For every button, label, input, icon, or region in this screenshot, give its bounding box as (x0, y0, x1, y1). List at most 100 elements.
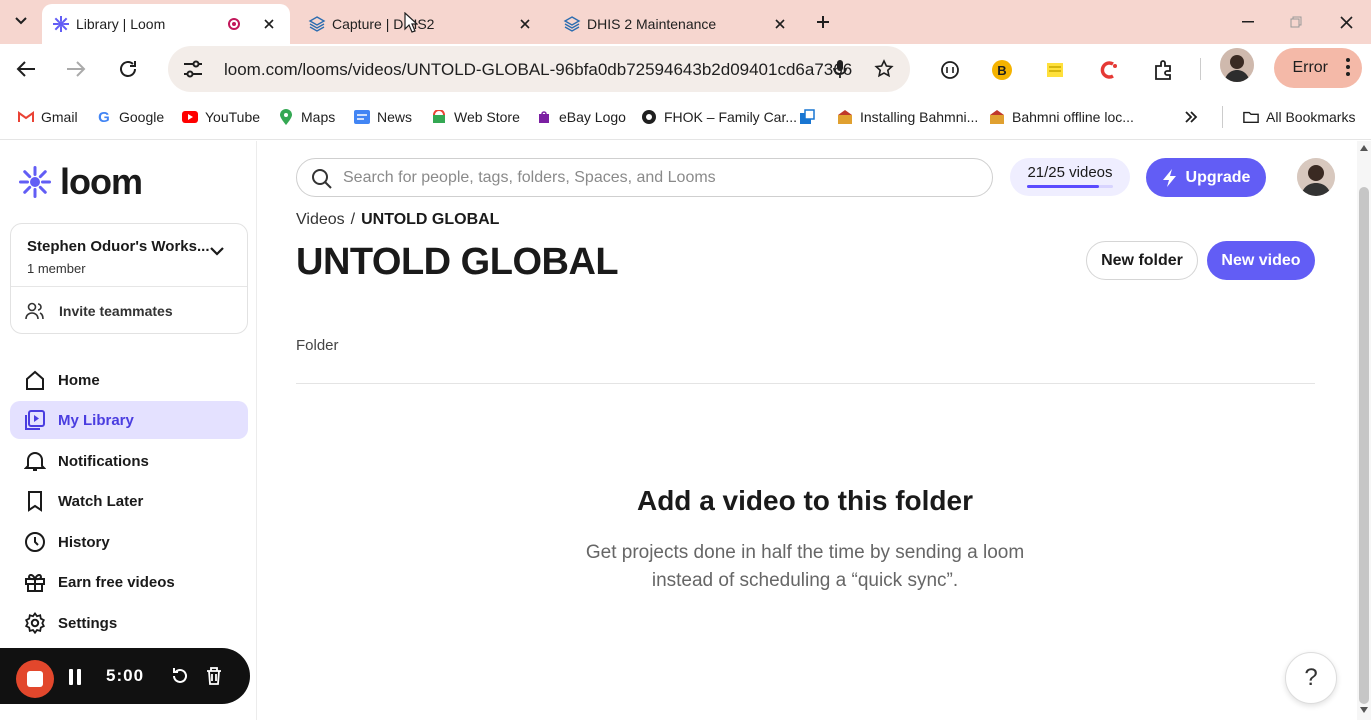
reload-button[interactable] (114, 55, 142, 83)
bookmark-star-icon[interactable] (874, 59, 894, 79)
more-bookmarks-button[interactable] (1184, 107, 1198, 127)
help-button[interactable]: ? (1285, 652, 1337, 704)
restore-icon (1290, 16, 1302, 28)
bookmark-gmail[interactable]: Gmail (18, 107, 78, 127)
close-window-button[interactable] (1334, 10, 1358, 34)
bookmark-label: News (377, 109, 413, 125)
video-quota-fill (1027, 185, 1100, 188)
loom-logo[interactable]: loom (18, 161, 143, 203)
tab-capture-dhis2[interactable]: Capture | DHIS2 (298, 4, 546, 44)
site-settings-icon[interactable] (182, 59, 204, 79)
plus-icon (817, 16, 829, 28)
restart-icon[interactable] (170, 666, 190, 686)
tab-dhis2-maintenance[interactable]: DHIS 2 Maintenance (553, 4, 801, 44)
nav-notifications[interactable]: Notifications (10, 442, 248, 480)
nav-label: Earn free videos (58, 573, 175, 591)
workspace-name[interactable]: Stephen Oduor's Works... (27, 238, 209, 255)
scroll-down-icon[interactable] (1360, 707, 1368, 713)
browser-profile-avatar[interactable] (1220, 48, 1254, 82)
bookmark-label: Bahmni offline loc... (1012, 109, 1134, 125)
search-input[interactable]: Search for people, tags, folders, Spaces… (296, 158, 993, 197)
double-chevron-right-icon (1185, 111, 1198, 123)
extension-b-icon[interactable]: B (992, 60, 1012, 80)
nav-my-library[interactable]: My Library (10, 401, 248, 439)
error-label: Error (1292, 59, 1328, 76)
back-button[interactable] (12, 55, 40, 83)
scroll-up-icon[interactable] (1360, 145, 1368, 151)
text-cursor-icon (404, 12, 418, 33)
close-tab-icon[interactable] (260, 15, 278, 33)
trash-icon[interactable] (204, 666, 224, 686)
workspace-chevron-down-icon[interactable] (209, 246, 225, 256)
extension-icon[interactable] (938, 58, 962, 82)
page-scrollbar[interactable] (1357, 141, 1371, 720)
pause-icon[interactable] (68, 668, 82, 686)
home-icon (24, 369, 46, 391)
minimize-button[interactable] (1236, 10, 1260, 34)
breadcrumb: Videos / UNTOLD GLOBAL (296, 211, 499, 229)
nav-settings[interactable]: Settings (10, 604, 248, 642)
workspace-divider (11, 286, 247, 287)
chevron-down-icon (15, 17, 27, 25)
scrollbar-thumb[interactable] (1359, 187, 1369, 704)
bookmark-label: Installing Bahmni... (860, 109, 979, 125)
news-icon (354, 109, 370, 125)
gift-icon (24, 571, 46, 593)
user-avatar[interactable] (1297, 158, 1335, 196)
extensions-puzzle-icon[interactable] (1152, 58, 1176, 82)
close-tab-icon[interactable] (771, 15, 789, 33)
address-bar[interactable]: loom.com/looms/videos/UNTOLD-GLOBAL-96bf… (168, 46, 910, 92)
bookmark-web-store[interactable]: Web Store (431, 107, 520, 127)
bahmni-icon (989, 109, 1005, 125)
bookmark-label: Web Store (454, 109, 520, 125)
breadcrumb-current: UNTOLD GLOBAL (361, 211, 500, 228)
extension-c-icon[interactable] (1097, 58, 1121, 82)
tab-title: Library | Loom (76, 16, 166, 32)
bookmark-youtube[interactable]: YouTube (182, 107, 260, 127)
main-content: Search for people, tags, folders, Spaces… (257, 141, 1357, 720)
new-folder-button[interactable]: New folder (1086, 241, 1198, 280)
bookmark-ebay[interactable]: eBay Logo (536, 107, 626, 127)
all-bookmarks-button[interactable]: All Bookmarks (1243, 107, 1355, 127)
bookmark-google[interactable]: G Google (96, 107, 164, 127)
new-video-button[interactable]: New video (1207, 241, 1315, 280)
close-tab-icon[interactable] (516, 15, 534, 33)
invite-teammates-button[interactable]: Invite teammates (25, 302, 173, 320)
url-text[interactable]: loom.com/looms/videos/UNTOLD-GLOBAL-96bf… (224, 60, 852, 80)
search-icon (312, 169, 332, 189)
tab-title: DHIS 2 Maintenance (587, 16, 717, 32)
bookmark-installing-bahmni[interactable]: Installing Bahmni... (837, 107, 978, 127)
nav-watch-later[interactable]: Watch Later (10, 482, 248, 520)
recording-timer: 5:00 (106, 666, 145, 685)
profile-error-chip[interactable]: Error (1274, 48, 1362, 88)
tab-library-loom[interactable]: Library | Loom (42, 4, 290, 44)
tab-search-button[interactable] (6, 6, 36, 36)
restore-button[interactable] (1284, 10, 1308, 34)
video-quota-indicator[interactable]: 21/25 videos (1010, 158, 1130, 196)
bookmark-maps[interactable]: Maps (278, 107, 335, 127)
bookmark-bahmni-offline[interactable]: Bahmni offline loc... (989, 107, 1134, 127)
webstore-icon (431, 109, 447, 125)
bell-icon (24, 450, 46, 472)
microphone-icon[interactable] (832, 59, 848, 79)
forward-button[interactable] (62, 55, 90, 83)
breadcrumb-videos-link[interactable]: Videos (296, 211, 345, 229)
recording-control-bar: 5:00 (0, 648, 250, 714)
github-icon (641, 109, 657, 125)
stop-recording-button[interactable] (16, 660, 54, 698)
reload-icon (120, 61, 136, 77)
bookmark-news[interactable]: News (354, 107, 412, 127)
more-menu-icon (1346, 58, 1350, 76)
upgrade-button[interactable]: Upgrade (1146, 158, 1266, 197)
bookmarks-bar: Gmail G Google YouTube Maps News Web Sto… (0, 94, 1371, 140)
bookmark-app[interactable] (799, 107, 815, 127)
nav-history[interactable]: History (10, 523, 248, 561)
nav-home[interactable]: Home (10, 361, 248, 399)
page-title: UNTOLD GLOBAL (296, 241, 619, 283)
bookmark-fhok[interactable]: FHOK – Family Car... (641, 107, 797, 127)
sticky-notes-icon[interactable] (1043, 58, 1067, 82)
nav-earn-free-videos[interactable]: Earn free videos (10, 563, 248, 601)
clock-icon (24, 531, 46, 553)
new-tab-button[interactable] (812, 11, 834, 33)
library-icon (24, 409, 46, 431)
